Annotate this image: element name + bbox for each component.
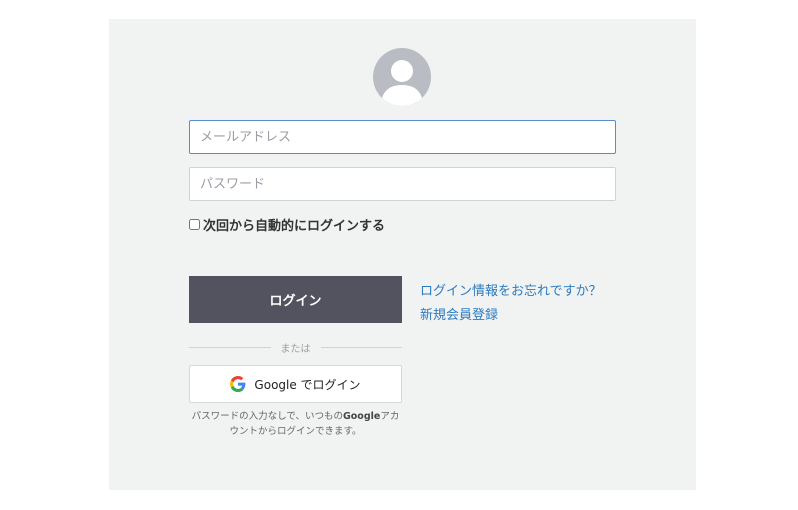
divider-line-left bbox=[189, 346, 271, 348]
note-prefix: パスワードの入力なしで、いつもの bbox=[191, 411, 343, 422]
google-login-button[interactable]: Google でログイン bbox=[189, 365, 402, 403]
user-avatar-icon bbox=[373, 48, 431, 106]
email-field[interactable] bbox=[189, 120, 616, 154]
register-link[interactable]: 新規会員登録 bbox=[420, 304, 498, 323]
forgot-password-link[interactable]: ログイン情報をお忘れですか？ bbox=[420, 280, 602, 299]
google-login-label: Google でログイン bbox=[254, 377, 361, 392]
remember-me-label: 次回から自動的にログインする bbox=[203, 219, 386, 234]
remember-me[interactable]: 次回から自動的にログインする bbox=[189, 215, 385, 234]
password-field[interactable] bbox=[189, 167, 616, 201]
remember-me-checkbox[interactable] bbox=[189, 219, 200, 230]
google-login-note: パスワードの入力なしで、いつものGoogleアカウントからログインできます。 bbox=[189, 409, 402, 439]
divider-line-right bbox=[320, 346, 402, 348]
note-brand: Google bbox=[342, 411, 381, 422]
or-divider: または bbox=[189, 339, 402, 355]
login-button[interactable]: ログイン bbox=[189, 276, 402, 323]
google-g-icon bbox=[230, 376, 246, 392]
divider-text: または bbox=[280, 343, 311, 355]
